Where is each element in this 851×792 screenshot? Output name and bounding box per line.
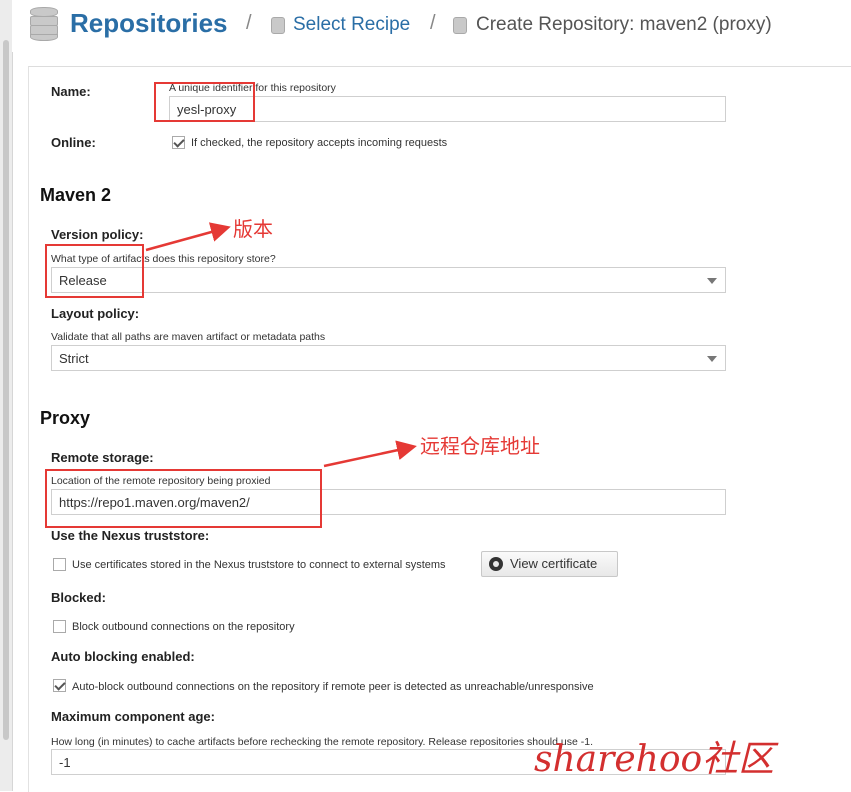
arrow-icon bbox=[323, 440, 417, 468]
annotation-arrows bbox=[145, 222, 417, 468]
arrow-icon bbox=[145, 222, 231, 252]
remote-annotation: 远程仓库地址 bbox=[420, 434, 540, 458]
version-annotation: 版本 bbox=[233, 217, 273, 241]
watermark: sharehoo社区 bbox=[534, 739, 775, 780]
